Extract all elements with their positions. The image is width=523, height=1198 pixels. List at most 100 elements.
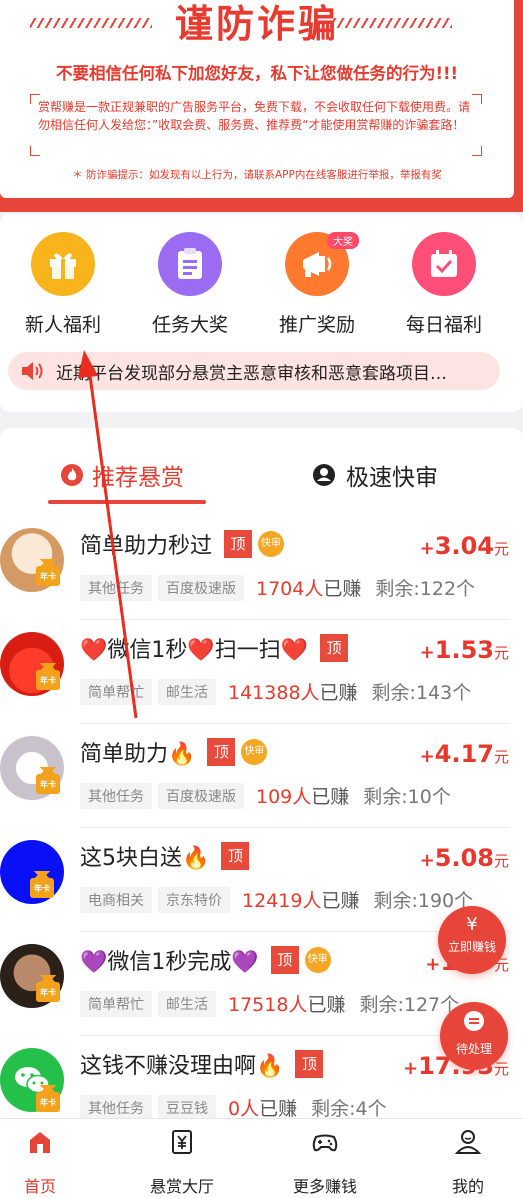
annual-card-badge: 年卡	[36, 975, 60, 1002]
fraud-warning-body: 赏帮赚是一款正规兼职的广告服务平台，免费下载，不会收取任何下载使用费。请勿相信任…	[38, 100, 471, 132]
nav-profile[interactable]: 我的	[413, 1127, 523, 1197]
top-badge: 顶	[295, 1050, 324, 1078]
task-row[interactable]: 年卡 简单助力🔥 顶 快审 +4.17元 其他任务 百度极速版 109人已赚 剩…	[0, 724, 523, 828]
bottom-nav: 首页 悬赏大厅 更多赚钱 我的	[0, 1118, 523, 1198]
pending-label: 待处理	[455, 1042, 492, 1056]
top-badge: 顶	[224, 530, 253, 558]
feature-label: 任务大奖	[151, 314, 228, 336]
user-circle-icon	[313, 464, 335, 486]
earned-count: 141388人已赚	[228, 682, 358, 704]
tab-recommended-rewards[interactable]: 推荐悬赏	[60, 458, 184, 492]
feature-label: 新人福利	[24, 314, 101, 336]
fast-review-badge: 快审	[304, 947, 331, 973]
pending-button[interactable]: 待处理	[440, 1002, 508, 1070]
task-title: 💜微信1秒完成💜	[80, 950, 259, 975]
top-badge: 顶	[207, 738, 236, 766]
avatar: 年卡	[0, 1048, 64, 1112]
tab-label: 极速快审	[346, 465, 438, 491]
earn-now-button[interactable]: ¥ 立即赚钱	[438, 906, 506, 974]
nav-label: 更多赚钱	[292, 1177, 357, 1196]
nav-label: 悬赏大厅	[149, 1177, 214, 1196]
tab-fast-review[interactable]: 极速快审	[312, 458, 438, 492]
avatar: 年卡	[0, 944, 64, 1008]
nav-reward-hall[interactable]: 悬赏大厅	[127, 1127, 237, 1197]
avatar: 年卡	[0, 840, 64, 904]
clipboard-icon	[158, 232, 222, 296]
task-title: 这钱不赚没理由啊🔥	[80, 1054, 284, 1079]
earned-count: 1704人已赚	[256, 578, 362, 600]
feature-promotion-reward[interactable]: 大奖 推广奖励	[262, 232, 372, 337]
user-icon	[454, 1130, 482, 1154]
task-tag: 邮生活	[158, 678, 216, 705]
reward-amount: +4.17元	[419, 740, 509, 768]
nav-home[interactable]: 首页	[0, 1127, 95, 1197]
task-row[interactable]: 年卡 简单助力秒过 顶 快审 +3.04元 其他任务 百度极速版 1704人已赚…	[0, 516, 523, 620]
top-badge: 顶	[270, 946, 299, 974]
earn-now-label: 立即赚钱	[447, 940, 496, 954]
task-title: 这5块白送🔥	[80, 846, 210, 871]
avatar: 年卡	[0, 736, 64, 800]
avatar: 年卡	[0, 632, 64, 696]
home-icon	[30, 1132, 50, 1153]
task-row[interactable]: 年卡 ❤️微信1秒❤️扫一扫❤️ 顶 +1.53元 简单帮忙 邮生活 14138…	[0, 620, 523, 724]
fast-review-badge: 快审	[241, 739, 268, 765]
annual-card-badge: 年卡	[36, 767, 60, 794]
calendar-check-icon	[412, 232, 476, 296]
feature-task-prize[interactable]: 任务大奖	[135, 232, 245, 337]
earned-count: 0人已赚	[228, 1098, 298, 1120]
tab-label: 推荐悬赏	[92, 465, 184, 491]
remaining-count: 剩余:143个	[371, 682, 472, 704]
gift-icon	[31, 232, 95, 296]
remaining-count: 剩余:4个	[311, 1098, 387, 1120]
notice-text: 近期平台发现部分悬赏主恶意审核和恶意套路项目…	[56, 363, 447, 384]
fraud-warning-title: 谨防诈骗	[174, 2, 339, 46]
nav-more-earning[interactable]: 更多赚钱	[270, 1127, 380, 1197]
fraud-warning-panel: 谨防诈骗 不要相信任何私下加您好友，私下让您做任务的行为!!! 赏帮赚是一款正规…	[0, 0, 523, 212]
annual-card-badge: 年卡	[36, 559, 60, 586]
top-badge: 顶	[221, 842, 250, 870]
feature-new-user-benefit[interactable]: 新人福利	[8, 232, 118, 337]
task-tag: 京东特价	[158, 886, 230, 913]
reward-amount: +3.04元	[419, 532, 509, 560]
flame-icon	[61, 464, 83, 486]
task-tag: 其他任务	[80, 1094, 152, 1121]
annual-card-badge: 年卡	[36, 1085, 60, 1112]
gamepad-icon	[312, 1134, 338, 1152]
notice-bar[interactable]: 近期平台发现部分悬赏主恶意审核和恶意套路项目…	[8, 352, 500, 390]
task-tag: 其他任务	[80, 782, 152, 809]
promotion-badge: 大奖	[327, 232, 359, 249]
top-badge: 顶	[320, 634, 349, 662]
task-title: ❤️微信1秒❤️扫一扫❤️	[80, 638, 309, 663]
fraud-warning-tip: ＊ 防诈骗提示：如发现有以上行为，请联系APP内在线客服进行举报，举报有奖	[72, 169, 442, 181]
earned-count: 17518人已赚	[228, 994, 346, 1016]
feature-daily-benefit[interactable]: 每日福利	[389, 232, 499, 337]
earned-count: 12419人已赚	[242, 890, 360, 912]
reward-amount: +5.08元	[419, 844, 509, 872]
megaphone-icon: 大奖	[285, 232, 359, 296]
task-tag: 电商相关	[80, 886, 152, 913]
fraud-warning-body-box: 赏帮赚是一款正规兼职的广告服务平台，免费下载，不会收取任何下载使用费。请勿相信任…	[30, 94, 482, 156]
nav-label: 我的	[451, 1177, 484, 1196]
task-tag: 百度极速版	[158, 574, 244, 601]
task-tag: 豆豆钱	[158, 1094, 216, 1121]
earned-count: 109人已赚	[256, 786, 350, 808]
task-tag: 百度极速版	[158, 782, 244, 809]
task-tag: 简单帮忙	[80, 678, 152, 705]
fraud-warning-subtitle: 不要相信任何私下加您好友，私下让您做任务的行为!!!	[55, 64, 459, 83]
feature-label: 每日福利	[405, 314, 482, 336]
avatar: 年卡	[0, 528, 64, 592]
task-title: 简单助力🔥	[80, 742, 196, 767]
reward-amount: +1.53元	[419, 636, 509, 664]
feature-card: 新人福利 任务大奖 大奖 推广奖励 每日福利 近期平台发现部分悬赏主恶意审核和恶…	[0, 214, 523, 412]
annual-card-badge: 年卡	[36, 663, 60, 690]
yuan-ticket-icon	[172, 1130, 192, 1154]
task-tag: 其他任务	[80, 574, 152, 601]
nav-label: 首页	[23, 1177, 56, 1196]
annual-card-badge: 年卡	[30, 871, 54, 898]
speaker-icon	[22, 362, 43, 380]
fraud-warning-card: 谨防诈骗 不要相信任何私下加您好友，私下让您做任务的行为!!! 赏帮赚是一款正规…	[0, 0, 514, 198]
fast-review-badge: 快审	[258, 531, 285, 557]
remaining-count: 剩余:122个	[375, 578, 476, 600]
yuan-bag-icon: ¥	[466, 914, 478, 935]
remaining-count: 剩余:10个	[363, 786, 451, 808]
